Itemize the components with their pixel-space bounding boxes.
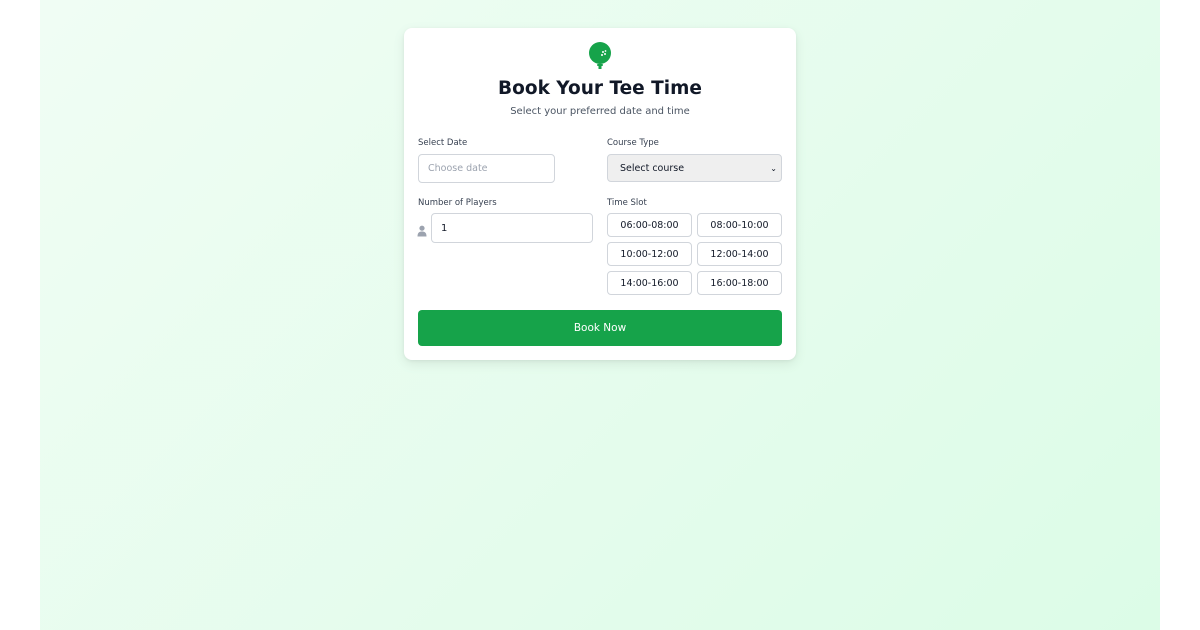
page-subtitle: Select your preferred date and time bbox=[510, 106, 690, 117]
time-slot-button[interactable]: 08:00-10:00 bbox=[697, 213, 782, 237]
booking-card: Book Your Tee Time Select your preferred… bbox=[404, 28, 796, 360]
page-title: Book Your Tee Time bbox=[498, 78, 702, 99]
time-slot-button[interactable]: 16:00-18:00 bbox=[697, 271, 782, 295]
players-input[interactable]: 1 bbox=[431, 213, 593, 243]
course-type-value: Select course bbox=[620, 162, 685, 174]
time-slot-label: Time Slot bbox=[607, 198, 647, 208]
date-label: Select Date bbox=[418, 138, 468, 148]
time-slot-button[interactable]: 10:00-12:00 bbox=[607, 242, 692, 266]
time-slot-grid: 06:00-08:00 08:00-10:00 10:00-12:00 12:0… bbox=[607, 213, 782, 295]
chevron-down-icon: ⌄ bbox=[770, 163, 777, 173]
course-type-label: Course Type bbox=[607, 138, 659, 148]
players-value: 1 bbox=[441, 222, 448, 234]
course-type-select[interactable]: Select course ⌄ bbox=[607, 154, 782, 182]
players-label: Number of Players bbox=[418, 198, 497, 208]
time-slot-button[interactable]: 12:00-14:00 bbox=[697, 242, 782, 266]
time-slot-button[interactable]: 14:00-16:00 bbox=[607, 271, 692, 295]
book-now-button[interactable]: Book Now bbox=[418, 310, 782, 346]
person-icon bbox=[417, 222, 427, 237]
time-slot-button[interactable]: 06:00-08:00 bbox=[607, 213, 692, 237]
date-input[interactable] bbox=[418, 154, 555, 183]
golf-ball-icon bbox=[588, 42, 612, 70]
